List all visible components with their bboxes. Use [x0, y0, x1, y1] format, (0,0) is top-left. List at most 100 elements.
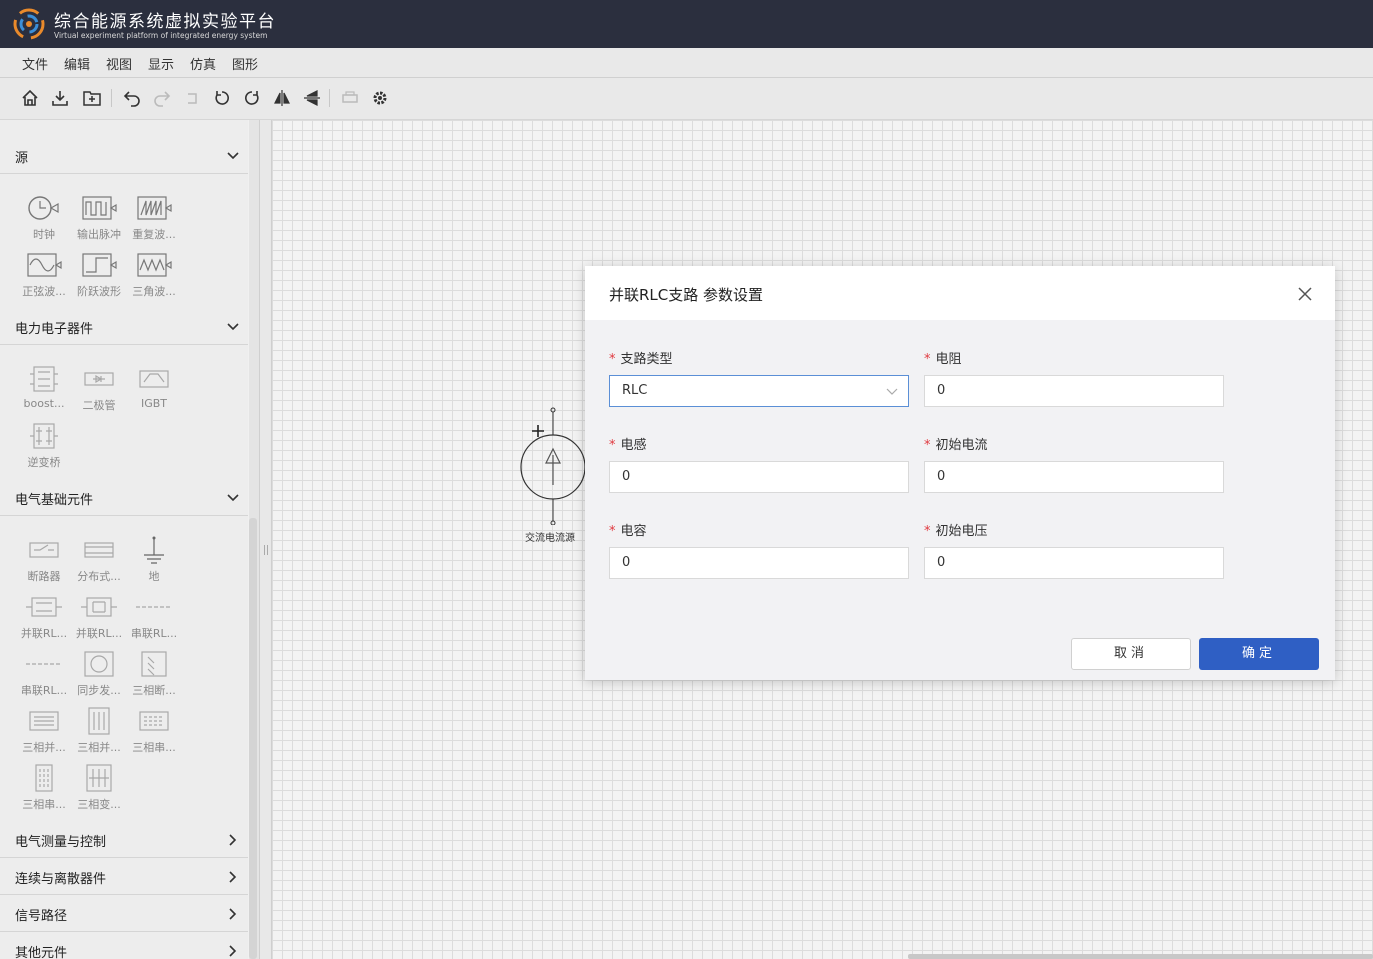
component-parallel-rl-1[interactable]: 并联RL...: [17, 588, 71, 643]
component-repeating-wave[interactable]: 重复波...: [127, 189, 181, 244]
component-pulse-output[interactable]: 输出脉冲: [72, 189, 126, 244]
component-circuit-breaker[interactable]: 断路器: [17, 531, 71, 586]
toolbar: [0, 78, 1373, 120]
component-label: 串联RL...: [20, 684, 68, 697]
print-icon[interactable]: [339, 87, 361, 109]
component-label: 正弦波...: [22, 285, 66, 298]
rotate-right-icon[interactable]: [241, 87, 263, 109]
component-label: 分布式...: [77, 570, 121, 583]
capacitance-label-text: 电容: [620, 524, 647, 539]
component-inverter-bridge[interactable]: 逆变桥: [17, 417, 71, 472]
component-diode[interactable]: 二极管: [72, 360, 126, 415]
distributed-line-icon: [84, 542, 114, 558]
component-boost[interactable]: boost...: [17, 360, 71, 415]
component-clock[interactable]: 时钟: [17, 189, 71, 244]
splitter-grip-icon: [264, 545, 268, 555]
component-label: 输出脉冲: [77, 228, 121, 241]
toolbar-separator: [329, 89, 330, 107]
three-phase-parallel-icon: [29, 711, 59, 731]
component-distributed[interactable]: 分布式...: [72, 531, 126, 586]
step-icon: [82, 253, 117, 277]
transformer-icon: [86, 764, 112, 792]
initial-current-input[interactable]: 0: [924, 461, 1224, 493]
home-icon[interactable]: [19, 87, 41, 109]
section-header-electrical-basics[interactable]: 电气基础元件: [0, 480, 248, 516]
parallel-rl-icon: [81, 597, 117, 617]
igbt-icon: [139, 370, 169, 388]
inductance-label: * 电感: [609, 434, 647, 453]
component-parallel-rl-2[interactable]: 并联RL...: [72, 588, 126, 643]
branch-type-label-text: 支路类型: [620, 352, 673, 367]
initial-voltage-input[interactable]: 0: [924, 547, 1224, 579]
section-header-sources[interactable]: 源: [0, 138, 248, 174]
three-phase-parallel-icon: [88, 707, 110, 735]
chevron-right-icon: [229, 871, 237, 883]
component-igbt[interactable]: IGBT: [127, 360, 181, 415]
toolbar-separator: [111, 89, 112, 107]
component-label: 三角波...: [132, 285, 176, 298]
menu-file[interactable]: 文件: [22, 54, 48, 73]
section-header-other-components[interactable]: 其他元件: [0, 933, 248, 959]
menu-view[interactable]: 视图: [106, 54, 132, 73]
chevron-down-icon: [886, 388, 898, 395]
app-subtitle: Virtual experiment platform of integrate…: [54, 31, 268, 40]
component-three-phase-parallel-1[interactable]: 三相并...: [17, 702, 71, 757]
section-header-signal-routing[interactable]: 信号路径: [0, 896, 248, 932]
menu-edit[interactable]: 编辑: [64, 54, 90, 73]
parallel-rl-icon: [26, 597, 62, 617]
component-label: 三相并...: [77, 741, 121, 754]
component-step-wave[interactable]: 阶跃波形: [72, 246, 126, 301]
redo-icon[interactable]: [151, 87, 173, 109]
component-series-rl-1[interactable]: 串联RL...: [127, 588, 181, 643]
component-three-phase-breaker[interactable]: 三相断...: [127, 645, 181, 700]
inductance-input[interactable]: 0: [609, 461, 909, 493]
menu-graphics[interactable]: 图形: [232, 54, 258, 73]
rotate-left-icon[interactable]: [211, 87, 233, 109]
section-label: 连续与离散器件: [15, 872, 107, 887]
panel-splitter[interactable]: [259, 120, 272, 959]
cancel-button[interactable]: 取消: [1071, 638, 1191, 670]
sidebar-scrollbar-thumb[interactable]: [249, 518, 257, 959]
menu-display[interactable]: 显示: [148, 54, 174, 73]
branch-type-select[interactable]: RLC: [609, 375, 909, 407]
diode-icon: [84, 372, 114, 386]
close-icon[interactable]: [1297, 286, 1313, 302]
ac-current-source-icon[interactable]: [515, 405, 595, 525]
component-three-phase-parallel-2[interactable]: 三相并...: [72, 702, 126, 757]
canvas-scrollbar[interactable]: [908, 954, 1373, 959]
inductance-label-text: 电感: [620, 438, 647, 453]
logo-icon: [13, 8, 45, 40]
component-label: 三相串...: [22, 798, 66, 811]
required-mark: *: [609, 352, 616, 367]
component-ground[interactable]: 地: [127, 531, 181, 586]
component-series-rl-2[interactable]: 串联RL...: [17, 645, 71, 700]
section-header-power-electronics[interactable]: 电力电子器件: [0, 309, 248, 345]
flip-horizontal-icon[interactable]: [271, 87, 293, 109]
resistance-input[interactable]: 0: [924, 375, 1224, 407]
component-triangle-wave[interactable]: 三角波...: [127, 246, 181, 301]
section-header-continuous-discrete[interactable]: 连续与离散器件: [0, 859, 248, 895]
chevron-down-icon: [227, 323, 239, 331]
menu-simulate[interactable]: 仿真: [190, 54, 216, 73]
flip-vertical-icon[interactable]: [301, 87, 323, 109]
download-icon[interactable]: [49, 87, 71, 109]
component-three-phase-series-2[interactable]: 三相串...: [17, 759, 71, 814]
component-sine-wave[interactable]: 正弦波...: [17, 246, 71, 301]
chevron-right-icon: [229, 945, 237, 957]
step-back-icon[interactable]: [181, 87, 203, 109]
clock-icon: [28, 196, 59, 220]
component-label: 重复波...: [132, 228, 176, 241]
undo-icon[interactable]: [121, 87, 143, 109]
component-three-phase-series-1[interactable]: 三相串...: [127, 702, 181, 757]
component-label: 二极管: [82, 399, 116, 412]
capacitance-input[interactable]: 0: [609, 547, 909, 579]
folder-add-icon[interactable]: [81, 87, 103, 109]
component-three-phase-transformer[interactable]: 三相变...: [72, 759, 126, 814]
confirm-button[interactable]: 确定: [1199, 638, 1319, 670]
menubar: 文件 编辑 视图 显示 仿真 图形: [0, 48, 1373, 78]
section-header-measurement-control[interactable]: 电气测量与控制: [0, 822, 248, 858]
section-label: 电气基础元件: [15, 493, 94, 508]
settings-icon[interactable]: [369, 87, 391, 109]
required-mark: *: [924, 352, 931, 367]
component-synchronous-generator[interactable]: 同步发...: [72, 645, 126, 700]
